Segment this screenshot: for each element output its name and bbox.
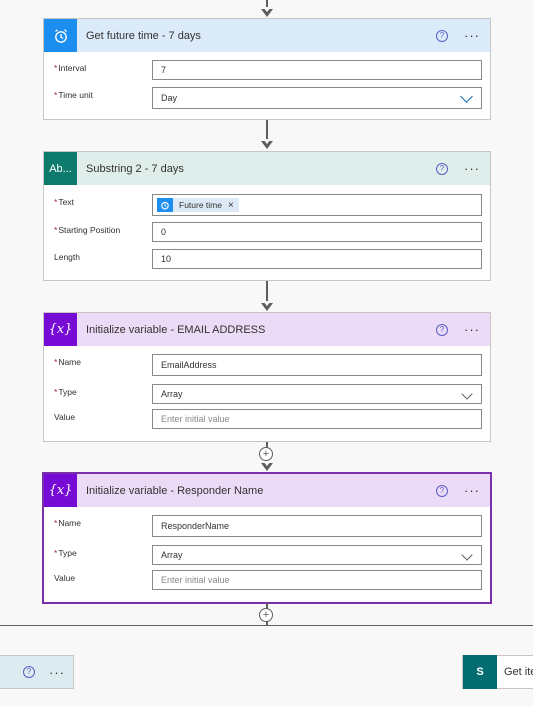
card-title[interactable]: Initialize variable - EMAIL ADDRESS: [86, 324, 436, 336]
variable-icon: {x}: [44, 474, 77, 507]
card-title[interactable]: Substring 2 - 7 days: [86, 163, 436, 175]
more-options-icon[interactable]: ···: [49, 666, 65, 679]
help-icon[interactable]: ?: [436, 29, 448, 42]
remove-token-icon[interactable]: ×: [228, 200, 234, 211]
more-options-icon[interactable]: ···: [464, 29, 480, 42]
card-title[interactable]: Get ite: [504, 666, 533, 678]
variable-name-input[interactable]: ResponderName: [152, 515, 482, 537]
action-card-init-variable-email[interactable]: {x} Initialize variable - EMAIL ADDRESS …: [43, 312, 491, 442]
text-input[interactable]: Future time ×: [152, 194, 482, 216]
variable-type-dropdown[interactable]: Array: [152, 384, 482, 404]
chevron-down-icon: [461, 388, 473, 400]
field-label-text: *Text: [54, 197, 74, 207]
branch-card-get-items[interactable]: S Get ite: [462, 655, 533, 689]
token-label: Future time: [179, 200, 222, 210]
action-card-substring[interactable]: Ab... Substring 2 - 7 days ? ··· *Text F…: [43, 151, 491, 281]
branch-line: [0, 625, 533, 626]
variable-icon: {x}: [44, 313, 77, 346]
field-label-type: *Type: [54, 548, 77, 558]
more-options-icon[interactable]: ···: [464, 323, 480, 336]
card-header[interactable]: Ab... Substring 2 - 7 days ? ···: [44, 152, 490, 185]
card-header[interactable]: Get future time - 7 days ? ···: [44, 19, 490, 52]
field-label-value: Value: [54, 573, 76, 583]
help-icon[interactable]: ?: [436, 162, 448, 175]
field-label-name: *Name: [54, 518, 81, 528]
connector-arrow: [261, 139, 273, 149]
connector-arrow: [261, 7, 273, 17]
insert-step-button[interactable]: +: [259, 608, 273, 622]
dynamic-content-token[interactable]: Future time ×: [157, 198, 239, 212]
sharepoint-icon: S: [463, 655, 497, 689]
variable-name-input[interactable]: EmailAddress: [152, 354, 482, 376]
starting-position-input[interactable]: 0: [152, 222, 482, 242]
card-title[interactable]: Initialize variable - Responder Name: [86, 485, 436, 497]
alarm-clock-icon: [157, 198, 173, 212]
time-unit-dropdown[interactable]: Day: [152, 87, 482, 109]
field-label-starting-position: *Starting Position: [54, 225, 121, 235]
interval-input[interactable]: 7: [152, 60, 482, 80]
card-header[interactable]: {x} Initialize variable - EMAIL ADDRESS …: [44, 313, 490, 346]
action-card-get-future-time[interactable]: Get future time - 7 days ? ··· *Interval…: [43, 18, 491, 120]
text-functions-icon: Ab...: [44, 152, 77, 185]
branch-card-left[interactable]: ? ···: [0, 655, 74, 689]
more-options-icon[interactable]: ···: [464, 484, 480, 497]
help-icon[interactable]: ?: [23, 666, 35, 678]
field-label-type: *Type: [54, 387, 77, 397]
variable-type-dropdown[interactable]: Array: [152, 545, 482, 565]
length-input[interactable]: 10: [152, 249, 482, 269]
card-title[interactable]: Get future time - 7 days: [86, 30, 436, 42]
field-label-time-unit: *Time unit: [54, 90, 93, 100]
connector-arrow: [261, 301, 273, 311]
chevron-down-icon: [461, 549, 473, 561]
field-label-value: Value: [54, 412, 76, 422]
card-header[interactable]: {x} Initialize variable - Responder Name…: [44, 474, 490, 507]
action-card-init-variable-responder[interactable]: {x} Initialize variable - Responder Name…: [43, 473, 491, 603]
field-label-length: Length: [54, 252, 80, 262]
field-label-name: *Name: [54, 357, 81, 367]
chevron-down-icon: [460, 90, 473, 103]
alarm-clock-icon: [44, 19, 77, 52]
insert-step-button[interactable]: +: [259, 447, 273, 461]
variable-value-input[interactable]: Enter initial value: [152, 570, 482, 590]
connector-arrow: [261, 461, 273, 471]
help-icon[interactable]: ?: [436, 323, 448, 336]
field-label-interval: *Interval: [54, 63, 87, 73]
more-options-icon[interactable]: ···: [464, 162, 480, 175]
help-icon[interactable]: ?: [436, 484, 448, 497]
variable-value-input[interactable]: Enter initial value: [152, 409, 482, 429]
